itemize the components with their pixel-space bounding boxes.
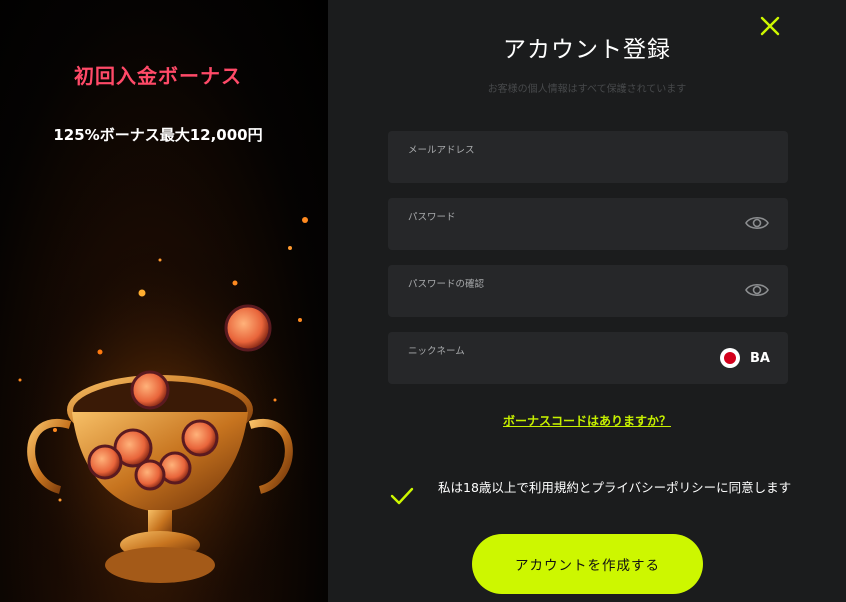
form-subtitle: お客様の個人情報はすべて保護されています — [487, 84, 687, 95]
password-confirm-input[interactable] — [408, 291, 728, 311]
country-selector[interactable]: BA — [720, 346, 770, 370]
flag-icon — [720, 348, 741, 368]
agree-terms-text: 私は18歳以上で利用規約とプライバシーポリシーに同意します — [438, 480, 792, 495]
promo-title: 初回入金ボーナス — [74, 64, 242, 88]
promo-panel: 初回入金ボーナス 125%ボーナス最大12,000円 — [0, 0, 328, 602]
create-account-button[interactable]: アカウントを作成する — [472, 534, 703, 594]
password-field[interactable]: パスワード — [388, 198, 788, 250]
promo-subtitle: 125%ボーナス最大12,000円 — [53, 126, 263, 144]
check-icon[interactable] — [390, 486, 414, 506]
nickname-label: ニックネーム — [408, 346, 465, 357]
email-input[interactable] — [408, 157, 728, 177]
nickname-field[interactable]: ニックネーム BA — [388, 332, 788, 384]
email-label: メールアドレス — [408, 145, 475, 156]
password-confirm-label: パスワードの確認 — [408, 279, 485, 290]
trophy-illustration — [0, 200, 328, 602]
form-title: アカウント登録 — [503, 37, 671, 63]
eye-icon[interactable] — [744, 279, 770, 301]
register-form-panel: アカウント登録 お客様の個人情報はすべて保護されています メールアドレス パスワ… — [328, 0, 846, 602]
eye-icon[interactable] — [744, 212, 770, 234]
country-code: BA — [750, 350, 770, 366]
password-confirm-field[interactable]: パスワードの確認 — [388, 265, 788, 317]
nickname-input[interactable] — [408, 358, 668, 378]
password-input[interactable] — [408, 224, 728, 244]
email-field[interactable]: メールアドレス — [388, 131, 788, 183]
password-label: パスワード — [408, 212, 456, 223]
bonus-code-link[interactable]: ボーナスコードはありますか？ — [328, 412, 846, 429]
